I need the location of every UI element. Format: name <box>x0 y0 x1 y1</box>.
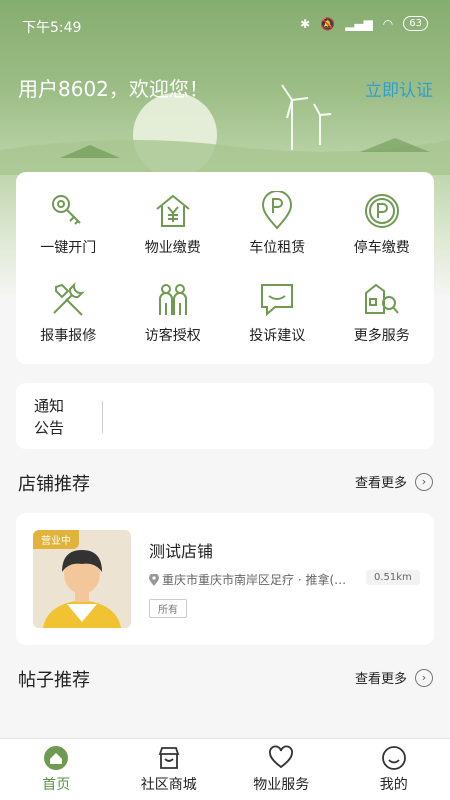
chat-icon <box>261 284 294 317</box>
tab-property-service[interactable]: 物业服务 <box>225 739 338 800</box>
shop-icon <box>158 747 179 769</box>
tab-label: 物业服务 <box>253 777 310 793</box>
more-label: 查看更多 <box>354 672 407 687</box>
services-grid: 一键开门 物业缴费 车位租赁 停车缴费 报事报修 访客授权 投诉建议 更多服务 <box>16 172 434 364</box>
parking-pin-icon <box>262 191 293 230</box>
more-label: 查看更多 <box>354 476 407 491</box>
shop-card[interactable]: 营业中 测试店铺 重庆市重庆市南岸区足疗 · 推拿(… 0.51km 所有 <box>16 513 434 645</box>
service-complaint[interactable]: 投诉建议 <box>225 268 330 356</box>
notice-bar[interactable]: 通知公告 <box>16 383 434 449</box>
shops-more-link[interactable]: 查看更多 › <box>355 472 433 491</box>
shops-section-title: 店铺推荐 <box>18 474 90 495</box>
service-visitor-auth[interactable]: 访客授权 <box>121 268 226 356</box>
tab-mine[interactable]: 我的 <box>338 739 450 800</box>
shop-avatar: 营业中 <box>33 530 131 628</box>
shop-category-tag: 所有 <box>149 599 187 618</box>
tab-label: 首页 <box>42 777 71 793</box>
wifi-icon: ◠ <box>382 16 394 31</box>
service-label: 车位租赁 <box>249 240 306 256</box>
notice-label: 通知公告 <box>34 397 65 437</box>
service-label: 停车缴费 <box>353 240 410 256</box>
welcome-text: 用户8602，欢迎您！ <box>18 77 209 101</box>
tab-label: 我的 <box>379 777 408 793</box>
location-pin-icon <box>149 573 159 586</box>
service-label: 报事报修 <box>40 328 97 344</box>
tools-icon <box>53 282 86 316</box>
service-label: 更多服务 <box>353 328 410 344</box>
posts-section-title: 帖子推荐 <box>18 670 90 691</box>
shop-name: 测试店铺 <box>149 542 214 561</box>
more-services-icon <box>364 283 399 314</box>
chevron-right-icon: › <box>415 668 433 687</box>
smile-icon <box>381 746 406 770</box>
shop-address: 重庆市重庆市南岸区足疗 · 推拿(… <box>149 571 346 588</box>
chevron-right-icon: › <box>415 472 433 491</box>
visitors-icon <box>158 284 187 315</box>
posts-more-link[interactable]: 查看更多 › <box>355 668 433 687</box>
status-bar: 下午5:49 ✱ 🔕 ▂▄▆ ◠ 63 <box>0 0 450 50</box>
open-status-badge: 营业中 <box>33 530 79 549</box>
bottom-tab-bar: 首页 社区商城 物业服务 我的 <box>0 738 450 800</box>
status-time: 下午5:49 <box>22 20 82 36</box>
shop-address-text: 重庆市重庆市南岸区足疗 · 推拿(… <box>162 573 347 587</box>
service-more[interactable]: 更多服务 <box>330 268 435 356</box>
service-label: 一键开门 <box>40 240 97 256</box>
service-parking-fee[interactable]: 停车缴费 <box>330 180 435 268</box>
service-property-fee[interactable]: 物业缴费 <box>121 180 226 268</box>
service-label: 物业缴费 <box>144 240 201 256</box>
mute-icon: 🔕 <box>320 16 336 31</box>
service-parking-rental[interactable]: 车位租赁 <box>225 180 330 268</box>
parking-circle-icon <box>364 194 399 228</box>
heart-icon <box>269 745 294 769</box>
battery-icon: 63 <box>403 16 428 31</box>
shop-distance: 0.51km <box>366 570 420 585</box>
tab-label: 社区商城 <box>140 777 197 793</box>
service-label: 访客授权 <box>144 328 201 344</box>
service-open-door[interactable]: 一键开门 <box>16 180 121 268</box>
house-yen-icon <box>156 194 190 227</box>
key-icon <box>52 195 81 225</box>
service-repair[interactable]: 报事报修 <box>16 268 121 356</box>
bluetooth-icon: ✱ <box>300 16 311 31</box>
tab-community-mall[interactable]: 社区商城 <box>113 739 226 800</box>
service-label: 投诉建议 <box>249 328 306 344</box>
signal-icon: ▂▄▆ <box>345 16 373 31</box>
home-icon <box>44 746 69 770</box>
notice-divider <box>102 401 103 433</box>
tab-home[interactable]: 首页 <box>0 739 113 800</box>
verify-button[interactable]: 立即认证 <box>365 76 433 101</box>
